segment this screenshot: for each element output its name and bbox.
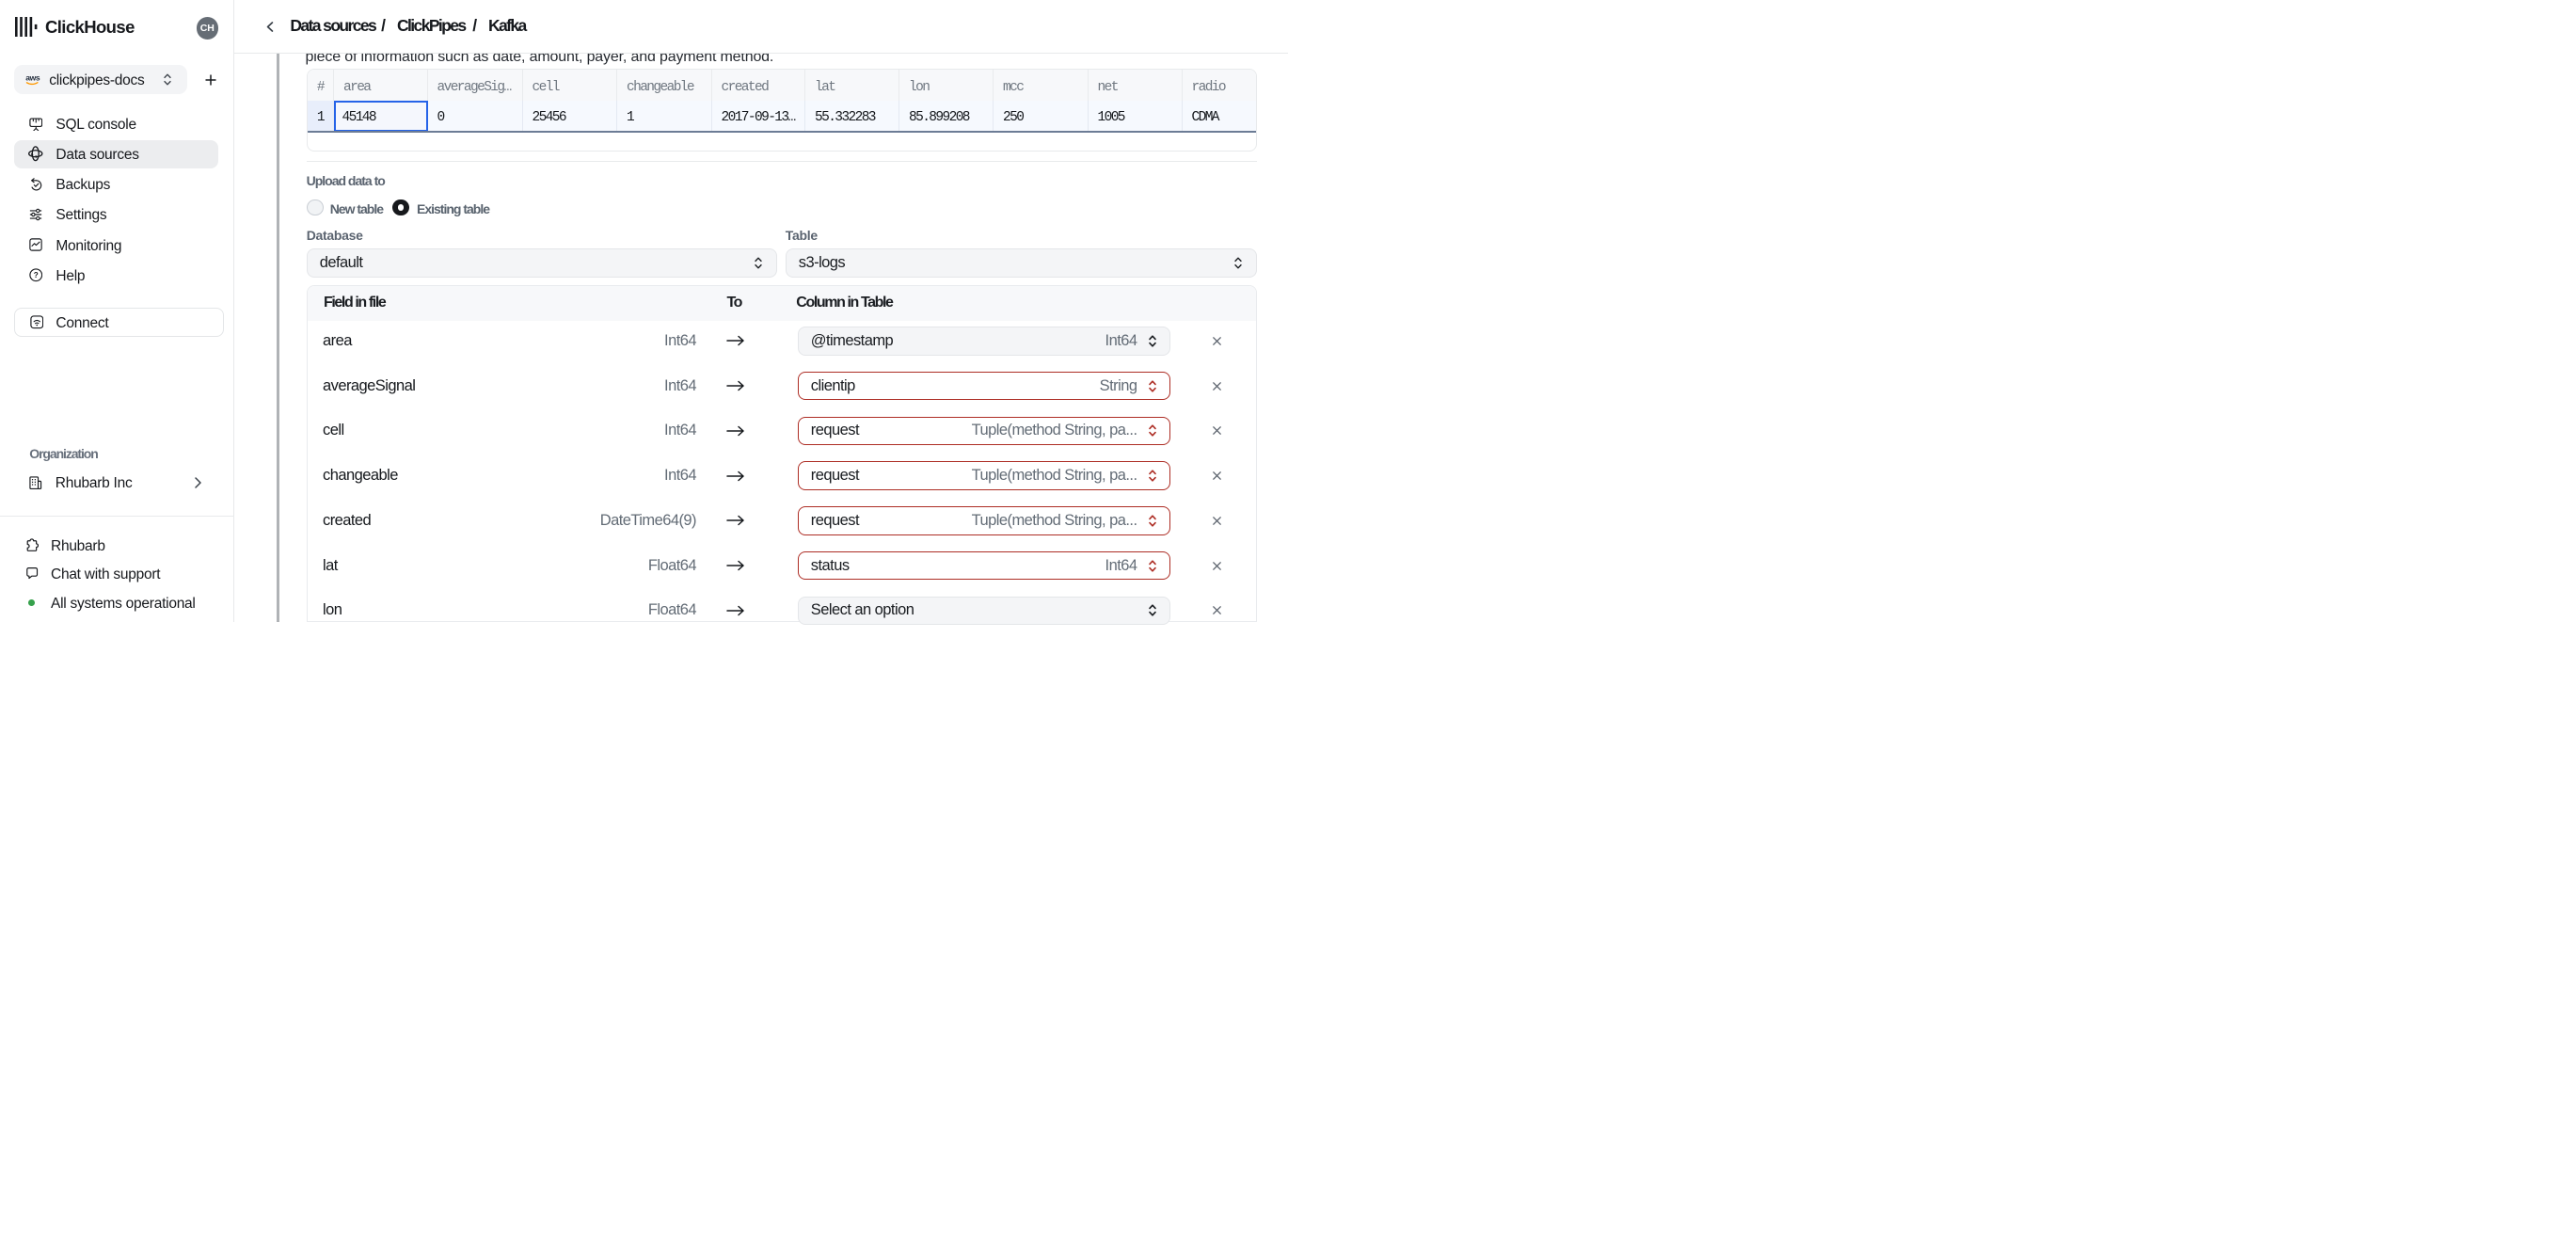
svg-text:?: ?	[33, 271, 38, 279]
svg-text:aws: aws	[25, 72, 40, 82]
